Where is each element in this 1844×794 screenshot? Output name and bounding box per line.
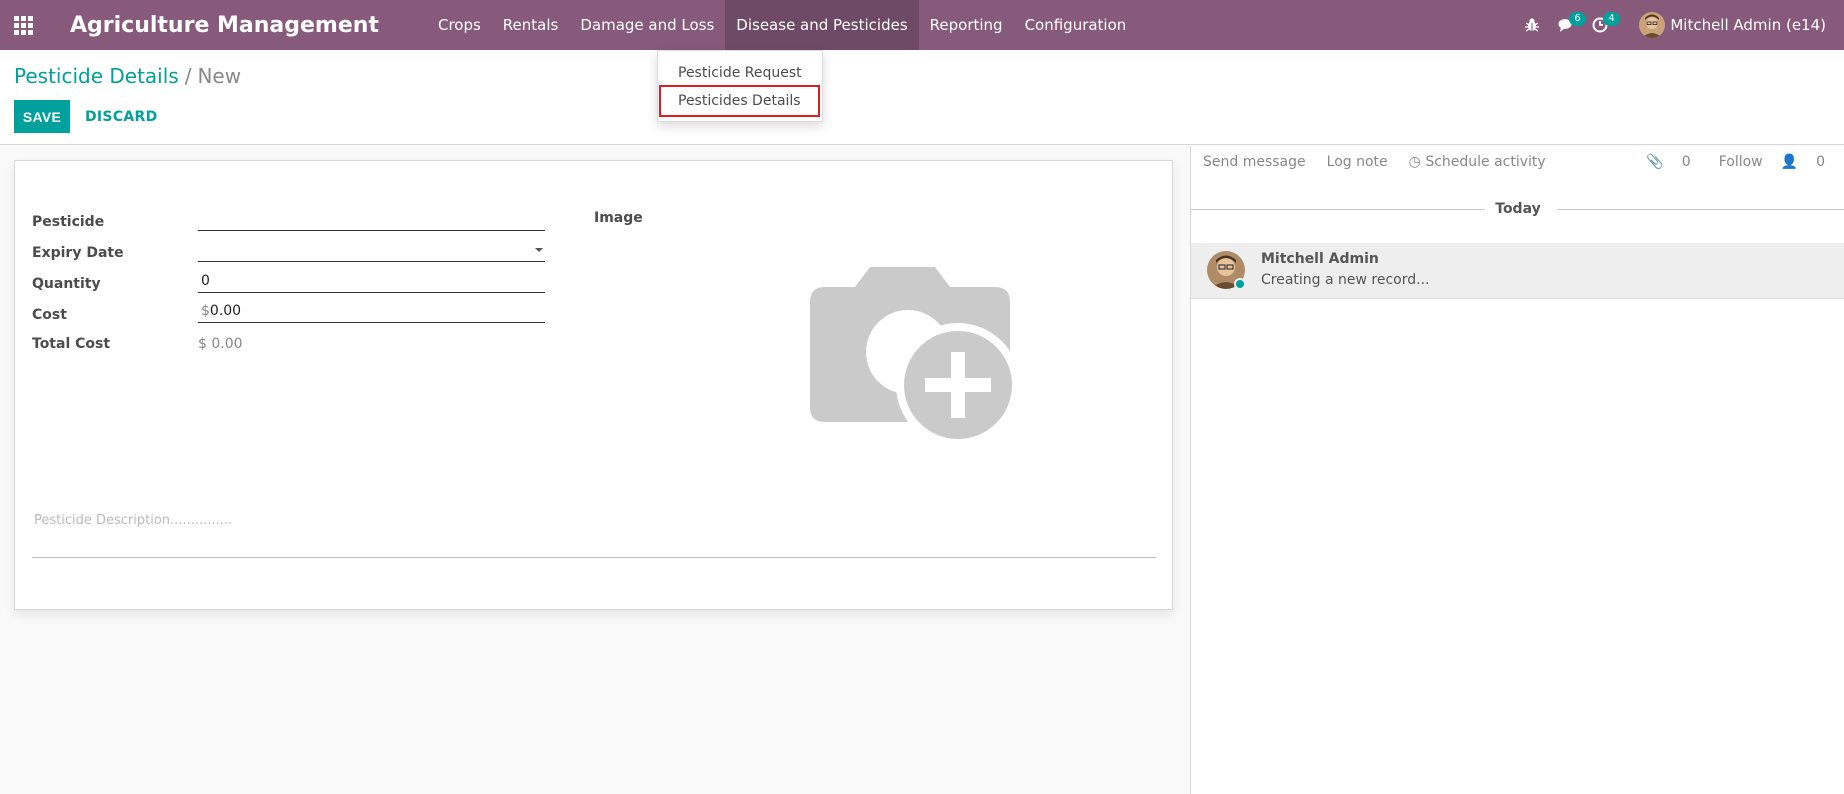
cost-input[interactable]: $0.00 xyxy=(198,299,545,323)
main-menu: Crops Rentals Damage and Loss Disease an… xyxy=(427,0,1137,50)
chatter-topbar: Send message Log note ◷ Schedule activit… xyxy=(1191,146,1844,178)
quantity-label: Quantity xyxy=(32,276,101,292)
form-sheet: Pesticide Expiry Date Quantity 0 Cost $0… xyxy=(14,160,1173,610)
form-area: Pesticide Expiry Date Quantity 0 Cost $0… xyxy=(0,146,1190,794)
activities-clock-icon[interactable]: 4 xyxy=(1583,0,1620,50)
menu-configuration[interactable]: Configuration xyxy=(1014,0,1138,50)
cost-label: Cost xyxy=(32,307,67,323)
bug-icon[interactable] xyxy=(1515,0,1549,50)
breadcrumb-parent[interactable]: Pesticide Details xyxy=(14,64,179,88)
message-body: Creating a new record... xyxy=(1261,272,1430,288)
menu-damage-and-loss[interactable]: Damage and Loss xyxy=(569,0,725,50)
pesticide-input[interactable] xyxy=(198,207,545,231)
today-separator: Today xyxy=(1191,201,1844,217)
caret-down-icon[interactable] xyxy=(535,248,543,252)
apps-menu-icon[interactable] xyxy=(0,0,46,50)
navbar-systray: 6 4 Mitchell Admin (e14) xyxy=(1515,0,1844,50)
image-label: Image xyxy=(594,210,643,226)
message-author[interactable]: Mitchell Admin xyxy=(1261,251,1379,267)
total-cost-value: $ 0.00 xyxy=(198,336,243,352)
user-avatar xyxy=(1639,12,1666,38)
camera-plus-icon[interactable] xyxy=(790,257,1028,457)
followers-button[interactable]: 👤 0 xyxy=(1781,154,1835,170)
send-message-button[interactable]: Send message xyxy=(1203,154,1306,170)
menu-reporting[interactable]: Reporting xyxy=(919,0,1014,50)
control-panel: Pesticide Details / New SAVE DISCARD xyxy=(0,50,1844,145)
discard-button[interactable]: DISCARD xyxy=(78,100,165,133)
messages-icon[interactable]: 6 xyxy=(1549,0,1586,50)
breadcrumb-current: New xyxy=(197,64,242,88)
menu-rentals[interactable]: Rentals xyxy=(492,0,570,50)
pesticide-description-input[interactable]: Pesticide Description............... xyxy=(32,513,1156,558)
clock-icon: ◷ xyxy=(1408,154,1421,170)
chatter-message: Mitchell Admin Creating a new record... xyxy=(1191,243,1844,299)
expiry-date-label: Expiry Date xyxy=(32,245,124,261)
attachments-count: 0 xyxy=(1681,154,1691,170)
save-button[interactable]: SAVE xyxy=(14,100,70,133)
app-brand[interactable]: Agriculture Management xyxy=(70,13,379,38)
top-navbar: Agriculture Management Crops Rentals Dam… xyxy=(0,0,1844,50)
schedule-activity-button[interactable]: ◷ Schedule activity xyxy=(1409,154,1546,170)
dropdown-item-pesticides-details[interactable]: Pesticides Details xyxy=(659,85,820,117)
quantity-input[interactable]: 0 xyxy=(198,269,545,293)
chatter-panel: Send message Log note ◷ Schedule activit… xyxy=(1190,146,1844,794)
user-name: Mitchell Admin (e14) xyxy=(1670,16,1826,34)
breadcrumb: Pesticide Details / New xyxy=(14,64,241,88)
activities-badge: 4 xyxy=(1603,12,1620,26)
follow-button[interactable]: Follow xyxy=(1719,154,1763,170)
schedule-activity-label: Schedule activity xyxy=(1425,154,1546,170)
paperclip-icon: 📎 xyxy=(1646,154,1664,170)
disease-pesticides-dropdown: Pesticide Request Pesticides Details xyxy=(657,50,823,122)
attachments-button[interactable]: 📎 0 xyxy=(1646,154,1700,170)
today-label: Today xyxy=(1487,201,1549,217)
chatter-right-actions: 📎 0 Follow 👤 0 xyxy=(1646,154,1844,170)
log-note-button[interactable]: Log note xyxy=(1327,154,1388,170)
pesticide-label: Pesticide xyxy=(32,214,105,230)
cost-currency: $ xyxy=(201,303,210,319)
breadcrumb-separator: / xyxy=(184,64,192,88)
user-icon: 👤 xyxy=(1780,154,1799,170)
cost-value: 0.00 xyxy=(209,303,242,319)
followers-count: 0 xyxy=(1816,154,1825,170)
total-cost-label: Total Cost xyxy=(32,336,111,352)
dropdown-item-pesticide-request[interactable]: Pesticide Request xyxy=(658,59,822,87)
user-menu[interactable]: Mitchell Admin (e14) xyxy=(1639,12,1826,38)
menu-disease-and-pesticides[interactable]: Disease and Pesticides xyxy=(725,0,919,50)
menu-crops[interactable]: Crops xyxy=(427,0,492,50)
expiry-date-input[interactable] xyxy=(198,238,545,262)
online-status-icon xyxy=(1234,278,1246,290)
